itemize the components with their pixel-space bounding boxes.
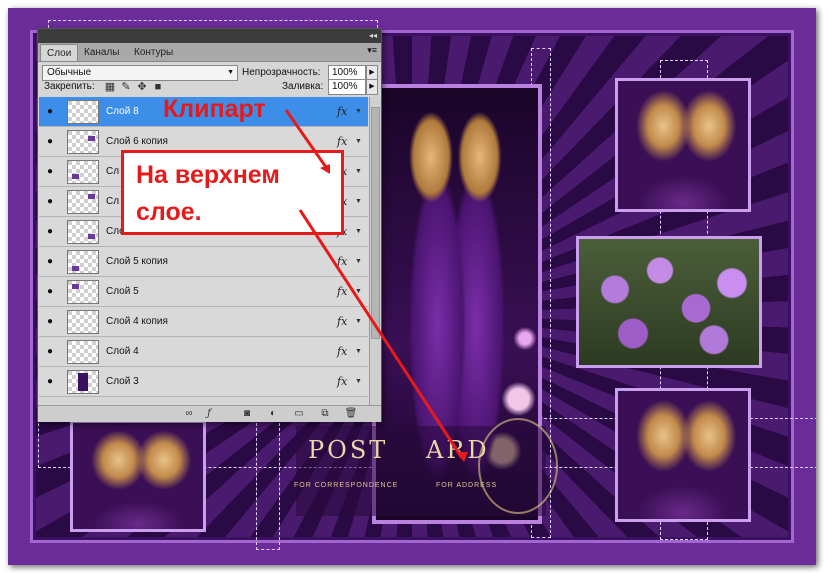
arrow-to-box — [284, 109, 330, 171]
arrow-to-clipart — [298, 209, 464, 459]
annotation-arrows — [284, 109, 468, 462]
arrow-head-clipart — [456, 452, 468, 462]
